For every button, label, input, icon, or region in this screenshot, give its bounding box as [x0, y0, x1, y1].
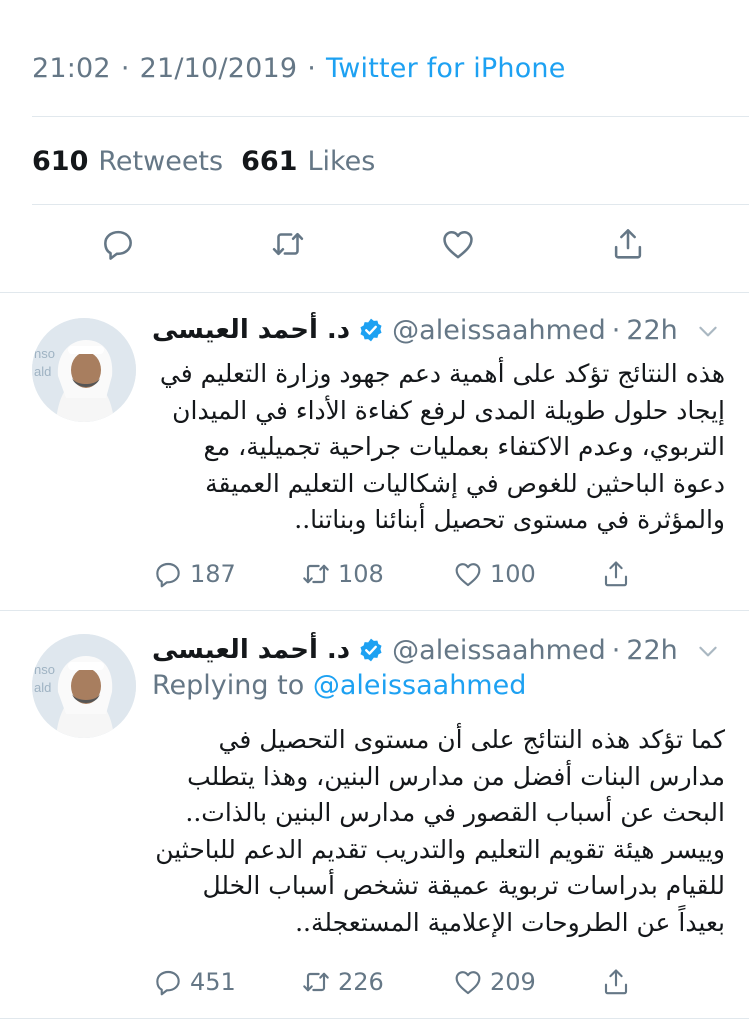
svg-text:nso: nso [34, 662, 55, 677]
svg-text:ald: ald [34, 364, 51, 379]
reply-count: 187 [190, 560, 236, 588]
tweet-text-line: التربوي، وعدم الاكتفاء بعمليات جراحية تج… [203, 432, 725, 461]
tweet-header: د. أحمد العيسى @aleissaahmed · 22h [152, 310, 729, 350]
retweet-button[interactable]: 108 [300, 554, 384, 594]
display-name[interactable]: د. أحمد العيسى [152, 635, 350, 665]
reply-icon [104, 230, 132, 260]
retweet-count: 226 [338, 968, 384, 996]
likes-label: Likes [307, 145, 376, 177]
reply-icon [156, 562, 180, 588]
retweet-icon [272, 232, 304, 256]
like-button[interactable]: 100 [452, 554, 536, 594]
user-handle[interactable]: @aleissaahmed [392, 315, 606, 346]
retweets-stat[interactable]: 610 Retweets [32, 146, 223, 177]
share-button[interactable] [600, 962, 638, 1002]
retweets-label: Retweets [98, 145, 224, 177]
tweet-action-bar: 451 226 209 [0, 962, 749, 1002]
tweet-text-line: إيجاد حلول طويلة المدى لرفع كفاءة الأداء… [172, 395, 725, 425]
share-icon [604, 969, 628, 995]
retweet-button[interactable]: 226 [300, 962, 384, 1002]
tweet-text-line: كما تؤكد هذه النتائج على أن مستوى التحصي… [218, 725, 725, 754]
retweet-button[interactable] [266, 222, 310, 266]
separator: · [611, 314, 621, 346]
reply-icon [156, 970, 180, 996]
tweet-item[interactable]: nso ald د. أحمد العيسى @aleissaahmed · 2… [0, 292, 749, 610]
tweet-text-line: للقيام بدراسات تربوية عميقة تشخص أسباب ا… [202, 871, 725, 900]
separator: · [120, 52, 130, 84]
tweet-text-line: دعوة الباحثين للغوص في إشكاليات التعليم … [205, 468, 725, 498]
divider [32, 204, 749, 205]
replying-to-label: Replying to [152, 670, 305, 701]
like-count: 209 [490, 968, 536, 996]
reply-count: 451 [190, 968, 236, 996]
separator: · [307, 52, 317, 84]
chevron-down-icon[interactable] [695, 638, 721, 664]
avatar[interactable]: nso ald [32, 318, 136, 422]
tweet-item[interactable]: nso ald د. أحمد العيسى @aleissaahmed · 2… [0, 610, 749, 1025]
display-name[interactable]: د. أحمد العيسى [152, 315, 350, 345]
chevron-down-icon[interactable] [695, 318, 721, 344]
likes-stat[interactable]: 661 Likes [241, 146, 375, 177]
tweet-text-line: والمؤثرة في مستوى تحصيل أبنائنا وبناتنا.… [294, 505, 725, 534]
retweets-count: 610 [32, 145, 89, 177]
verified-badge-icon [360, 638, 382, 662]
tweet-text: كما تؤكد هذه النتائج على أن مستوى التحصي… [140, 722, 725, 941]
tweet-text-line: بعيداً عن الطروحات الإعلامية المستعجلة.. [295, 907, 725, 937]
tweet-action-bar: 187 108 100 [0, 554, 749, 594]
engagement-stats: 610 Retweets 661 Likes [32, 140, 393, 182]
replying-to: Replying to @aleissaahmed [152, 670, 526, 701]
like-button[interactable]: 209 [452, 962, 536, 1002]
tweet-text-line: وييسر هيئة تقويم التعليم والتدريب تقديم … [155, 834, 725, 864]
avatar[interactable]: nso ald [32, 634, 136, 738]
share-button[interactable] [606, 222, 650, 266]
share-button[interactable] [600, 554, 638, 594]
reply-button[interactable] [96, 222, 140, 266]
tweet-text: هذه النتائج تؤكد على أهمية دعم جهود وزار… [140, 356, 725, 539]
tweet-date: 21/10/2019 [139, 52, 298, 84]
tweet-text-line: هذه النتائج تؤكد على أهمية دعم جهود وزار… [159, 359, 725, 388]
like-icon [455, 971, 481, 995]
tweet-time[interactable]: 22h [626, 315, 677, 346]
tweet-source-link[interactable]: Twitter for iPhone [326, 53, 566, 84]
user-handle[interactable]: @aleissaahmed [392, 635, 606, 666]
tweet-text-line: مدارس البنات أفضل من مدارس البنين، وهذا … [187, 761, 725, 791]
svg-text:ald: ald [34, 680, 51, 695]
tweet-timestamp-row: 21:02 · 21/10/2019 · Twitter for iPhone [32, 48, 566, 88]
like-icon [443, 231, 473, 259]
reply-button[interactable]: 451 [152, 962, 236, 1002]
avatar-image: nso ald [32, 318, 136, 422]
like-button[interactable] [436, 222, 480, 266]
separator: · [611, 634, 621, 666]
svg-text:nso: nso [34, 346, 55, 361]
replying-to-mention[interactable]: @aleissaahmed [313, 670, 527, 701]
like-count: 100 [490, 560, 536, 588]
verified-badge-icon [360, 318, 382, 342]
reply-button[interactable]: 187 [152, 554, 236, 594]
divider [32, 116, 749, 117]
tweet-text-line: البحث عن أسباب القصور في مدارس البنين با… [185, 798, 725, 827]
likes-count: 661 [241, 145, 298, 177]
avatar-image: nso ald [32, 634, 136, 738]
like-icon [455, 563, 481, 587]
retweet-count: 108 [338, 560, 384, 588]
retweet-icon [303, 564, 329, 584]
share-icon [614, 229, 642, 259]
tweet-header: د. أحمد العيسى @aleissaahmed · 22h [152, 630, 729, 670]
tweet-action-bar [0, 222, 749, 272]
retweet-icon [303, 972, 329, 992]
tweet-time[interactable]: 22h [626, 635, 677, 666]
divider [0, 1018, 749, 1019]
share-icon [604, 561, 628, 587]
tweet-time: 21:02 [32, 52, 111, 84]
